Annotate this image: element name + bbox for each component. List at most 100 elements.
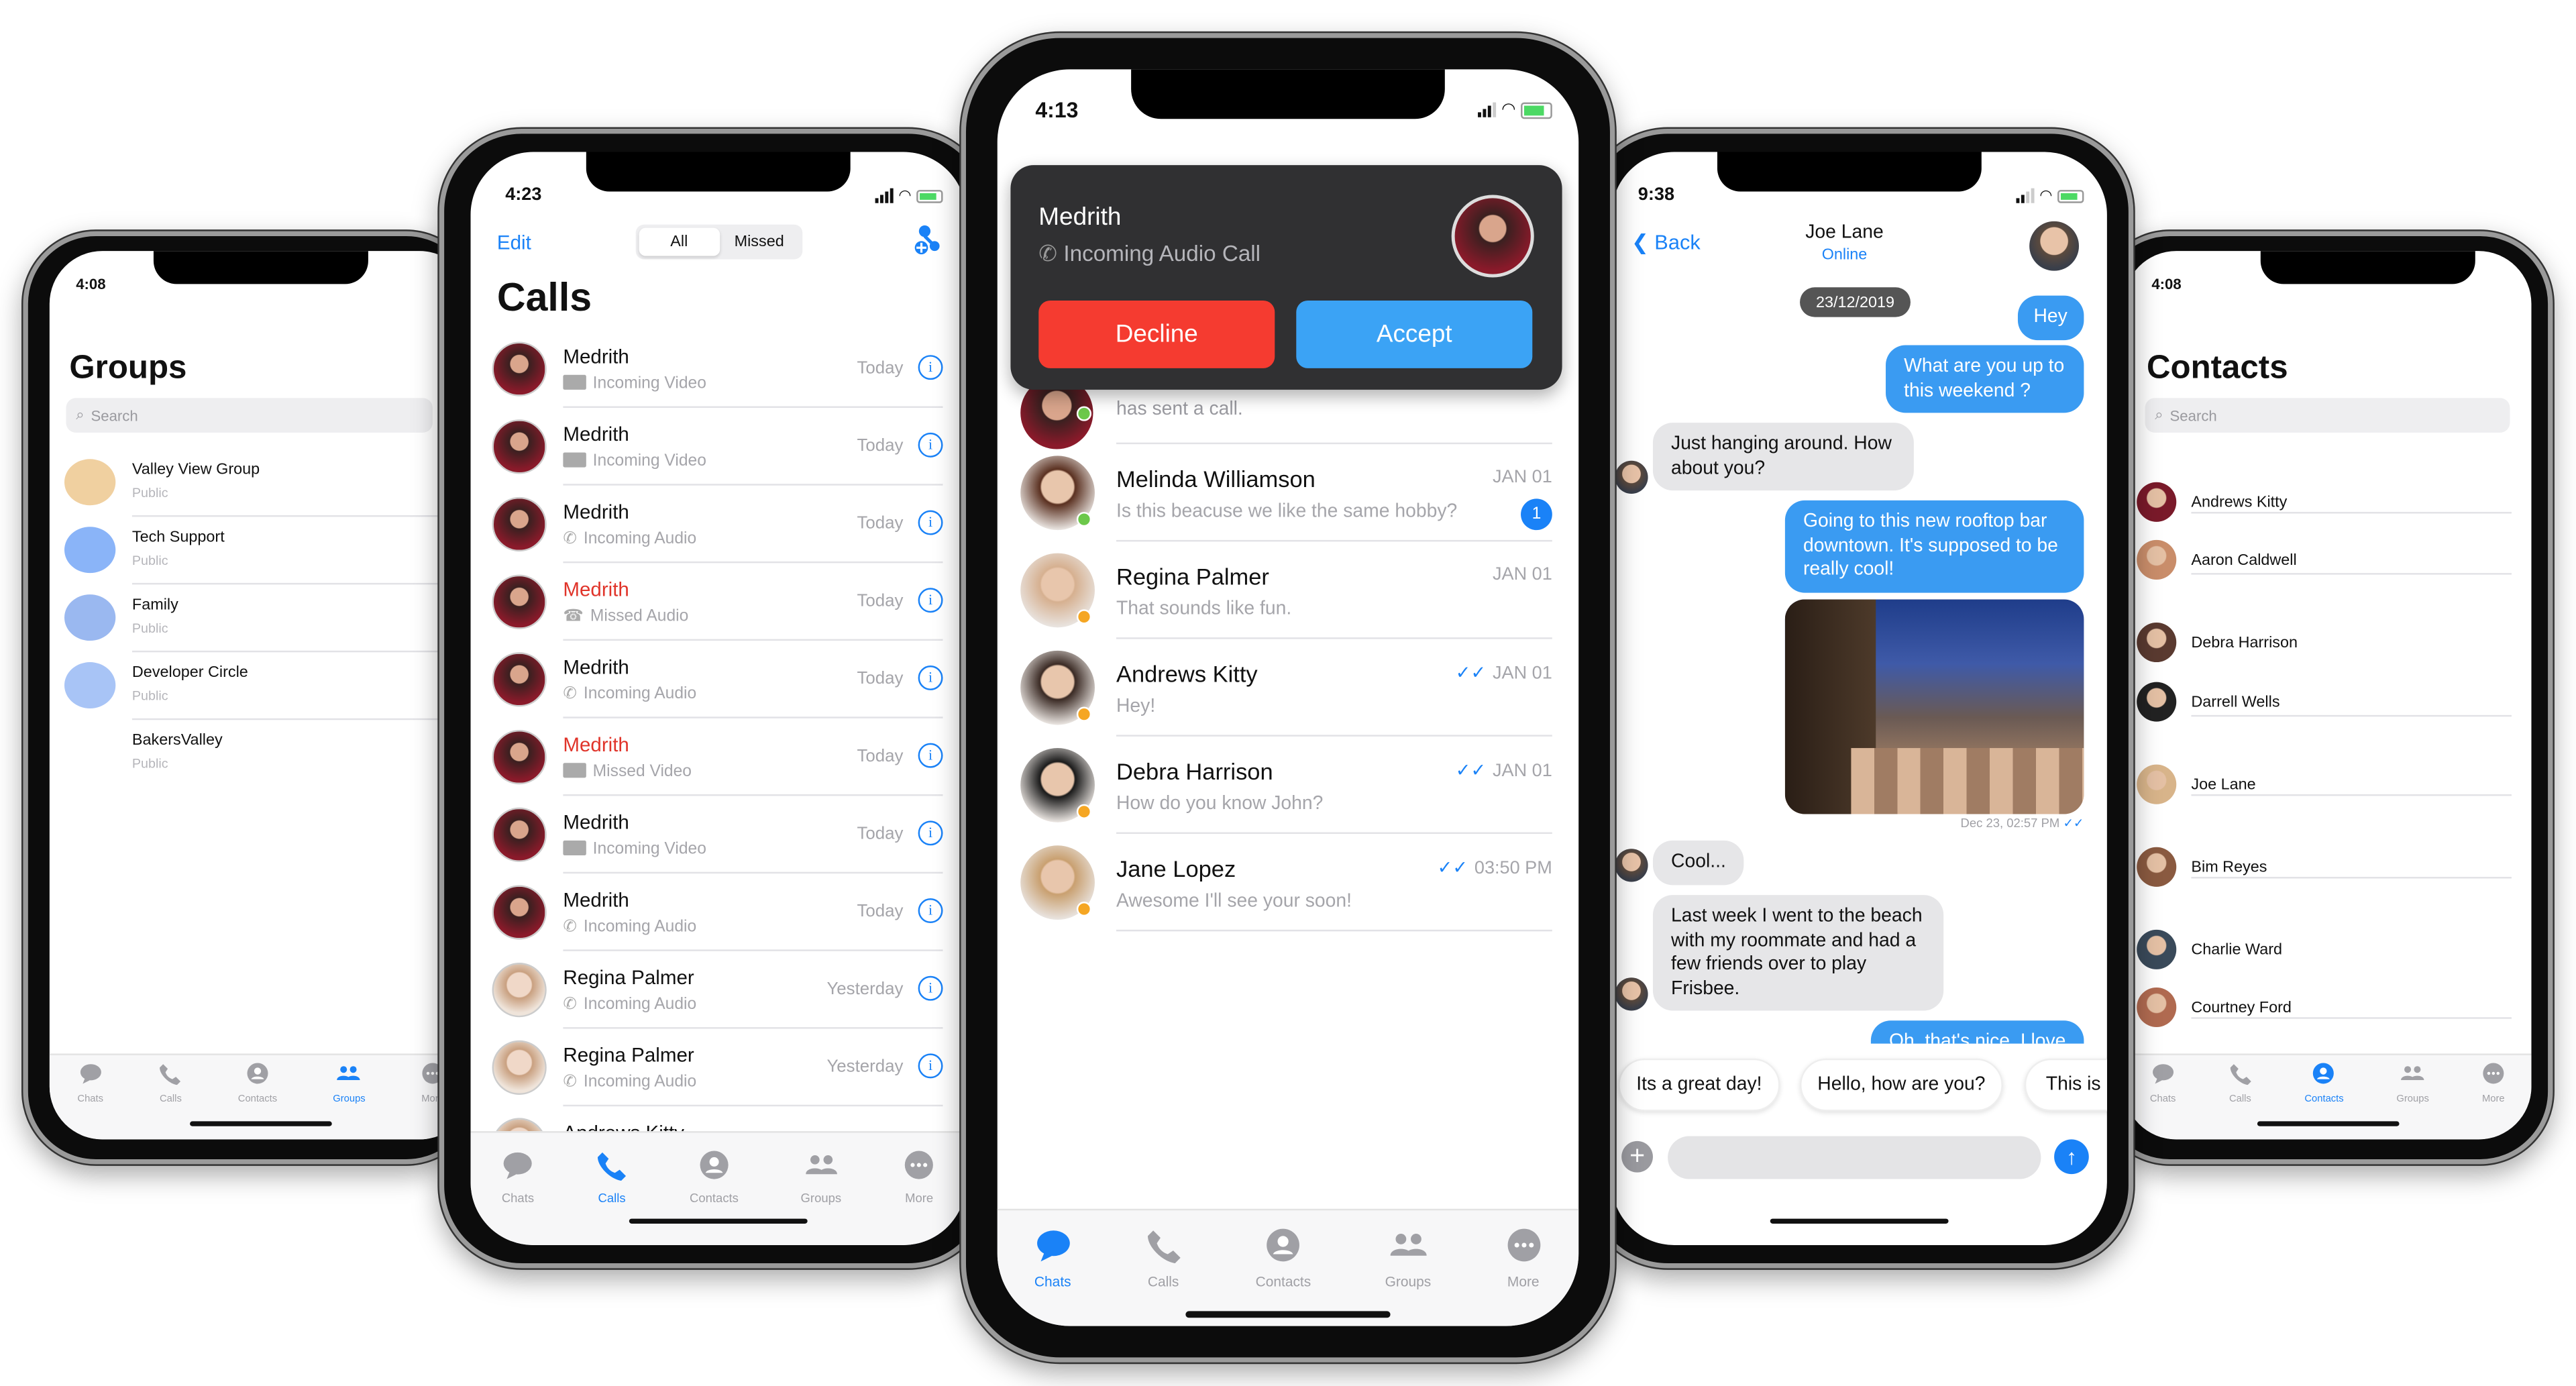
group-visibility: Public (131, 485, 168, 500)
chat-date-text: JAN 01 (1493, 564, 1552, 585)
info-icon[interactable]: i (918, 975, 943, 1001)
tab-calls[interactable]: Calls (2229, 1055, 2251, 1140)
chat-name: Melinda Williamson (1116, 466, 1316, 492)
info-icon[interactable]: i (918, 510, 943, 535)
info-icon[interactable]: i (918, 355, 943, 380)
contact-item[interactable]: Joe Lane (2123, 761, 2531, 808)
tab-chats[interactable]: Chats (502, 1142, 534, 1245)
contact-item[interactable]: Andrews Kitty (2123, 479, 2531, 525)
group-item[interactable]: Valley View Group Public (50, 449, 472, 517)
call-type-text: Incoming Audio (583, 996, 697, 1014)
presence-dot (1076, 706, 1092, 722)
group-item[interactable]: Developer Circle Public (50, 652, 472, 721)
chat-item[interactable]: Debra Harrison How do you know John? ✓✓ JAN… (998, 737, 1578, 835)
caller-name: Medrith (563, 578, 629, 601)
group-item[interactable]: Family Public (50, 584, 472, 653)
info-icon[interactable]: i (918, 665, 943, 690)
tab-calls[interactable]: Calls (596, 1142, 628, 1245)
tab-calls[interactable]: Calls (159, 1055, 182, 1140)
tab-chats[interactable]: Chats (1034, 1220, 1071, 1326)
call-item[interactable]: Medrith ✆ Incoming Audio Today i (471, 641, 966, 718)
search-input[interactable]: ⌕ Search (2145, 398, 2510, 433)
call-type-text: Incoming Video (592, 840, 706, 859)
contact-item[interactable]: Debra Harrison (2123, 619, 2531, 665)
double-check-icon: ✓✓ (1455, 761, 1487, 782)
call-item[interactable]: Regina Palmer ✆ Incoming Audio Yesterday i (471, 1029, 966, 1107)
group-name: Tech Support (131, 528, 225, 547)
contact-item[interactable]: Darrell Wells (2123, 679, 2531, 725)
battery-icon (2057, 189, 2084, 203)
plus-icon[interactable]: + (1621, 1140, 1653, 1173)
calls-screen: 4:23 ◠ Edit All Missed Calls Medrith Inco… (470, 152, 966, 1245)
tab-more[interactable]: More (1505, 1220, 1542, 1326)
rooftop-bar-photo[interactable] (1784, 599, 2084, 814)
tab-groups[interactable]: Groups (333, 1055, 366, 1140)
chat-preview: Hey! (1116, 696, 1156, 717)
tab-chats[interactable]: Chats (77, 1055, 103, 1140)
info-icon[interactable]: i (918, 743, 943, 768)
call-type: ✆ Incoming Audio (563, 530, 696, 548)
segment-all[interactable]: All (639, 227, 719, 256)
divider (2191, 1017, 2512, 1019)
search-input[interactable]: ⌕ Search (66, 398, 433, 433)
tab-label: More (905, 1190, 934, 1206)
tab-groups[interactable]: Groups (1385, 1220, 1431, 1326)
call-item[interactable]: Medrith ☎ Missed Audio Today i (471, 563, 966, 641)
info-icon[interactable]: i (918, 1053, 943, 1079)
contact-item[interactable]: Aaron Caldwell (2123, 537, 2531, 583)
chat-item[interactable]: Regina Palmer That sounds like fun. JAN 01 (998, 541, 1578, 639)
call-item[interactable]: Medrith Incoming Video Today i (471, 796, 966, 874)
tab-groups[interactable]: Groups (2396, 1055, 2429, 1140)
call-item[interactable]: Medrith Incoming Video Today i (471, 330, 966, 408)
call-item[interactable]: Medrith Incoming Video Today i (471, 408, 966, 486)
contact-item[interactable]: Bim Reyes (2123, 844, 2531, 890)
info-icon[interactable]: i (918, 432, 943, 458)
tab-contacts[interactable]: Contacts (690, 1142, 739, 1245)
send-arrow-icon[interactable]: ↑ (2054, 1139, 2089, 1175)
message-input[interactable] (1668, 1136, 2041, 1179)
group-item[interactable]: Tech Support Public (50, 517, 472, 585)
call-item[interactable]: Medrith Missed Video Today i (471, 718, 966, 796)
contact-avatar[interactable] (2029, 221, 2080, 271)
call-type-text: Incoming Audio (583, 918, 697, 937)
tab-contacts[interactable]: Contacts (238, 1055, 277, 1140)
tab-chats[interactable]: Chats (2150, 1055, 2176, 1140)
edit-button[interactable]: Edit (497, 231, 531, 254)
add-call-icon[interactable] (913, 225, 943, 258)
call-item[interactable]: Medrith ✆ Incoming Audio Today i (471, 873, 966, 951)
chat-item[interactable]: Andrews Kitty Hey! ✓✓ JAN 01 (998, 639, 1578, 737)
tab-contacts[interactable]: Contacts (2304, 1055, 2344, 1140)
call-item[interactable]: Medrith ✆ Incoming Audio Today i (471, 486, 966, 564)
info-icon[interactable]: i (918, 898, 943, 923)
tab-groups[interactable]: Groups (801, 1142, 841, 1245)
decline-button[interactable]: Decline (1038, 300, 1275, 368)
chat-item[interactable]: Melinda Williamson Is this beacuse we lik… (998, 444, 1578, 542)
contact-item[interactable]: Courtney Ford (2123, 984, 2531, 1030)
info-icon[interactable]: i (918, 820, 943, 846)
tab-contacts[interactable]: Contacts (1256, 1220, 1311, 1326)
divider (1116, 929, 1552, 932)
quick-reply[interactable]: Hello, how are you? (1800, 1058, 2003, 1112)
accept-button[interactable]: Accept (1296, 300, 1533, 368)
chat-item[interactable]: Jane Lopez Awesome I'll see your soon! ✓✓ 0… (998, 834, 1578, 932)
tab-more[interactable]: More (2482, 1055, 2505, 1140)
tab-calls[interactable]: Calls (1145, 1220, 1181, 1326)
call-type-text: Incoming Audio (583, 685, 697, 704)
message-out: Going to this new rooftop bar downtown. … (1784, 500, 2084, 592)
video-camera-icon (563, 840, 586, 856)
tab-bar: Chats Calls Contacts Groups More (997, 1208, 1579, 1326)
info-icon[interactable]: i (918, 588, 943, 613)
group-item[interactable]: BakersValley Public (50, 720, 472, 788)
contact-icon (698, 1149, 730, 1189)
status-time: 9:38 (1638, 184, 1675, 205)
contact-item[interactable]: Charlie Ward (2123, 926, 2531, 973)
back-button[interactable]: ❮ Back (1631, 229, 1701, 254)
quick-reply[interactable]: This is (2024, 1058, 2107, 1112)
more-icon (1505, 1227, 1542, 1271)
quick-reply[interactable]: Its a great day! (1618, 1058, 1780, 1112)
unread-badge: 1 (1521, 498, 1552, 531)
tab-more[interactable]: More (904, 1142, 935, 1245)
call-type: Incoming Video (563, 452, 706, 471)
call-item[interactable]: Regina Palmer ✆ Incoming Audio Yesterday i (471, 951, 966, 1029)
segment-missed[interactable]: Missed (719, 228, 799, 256)
